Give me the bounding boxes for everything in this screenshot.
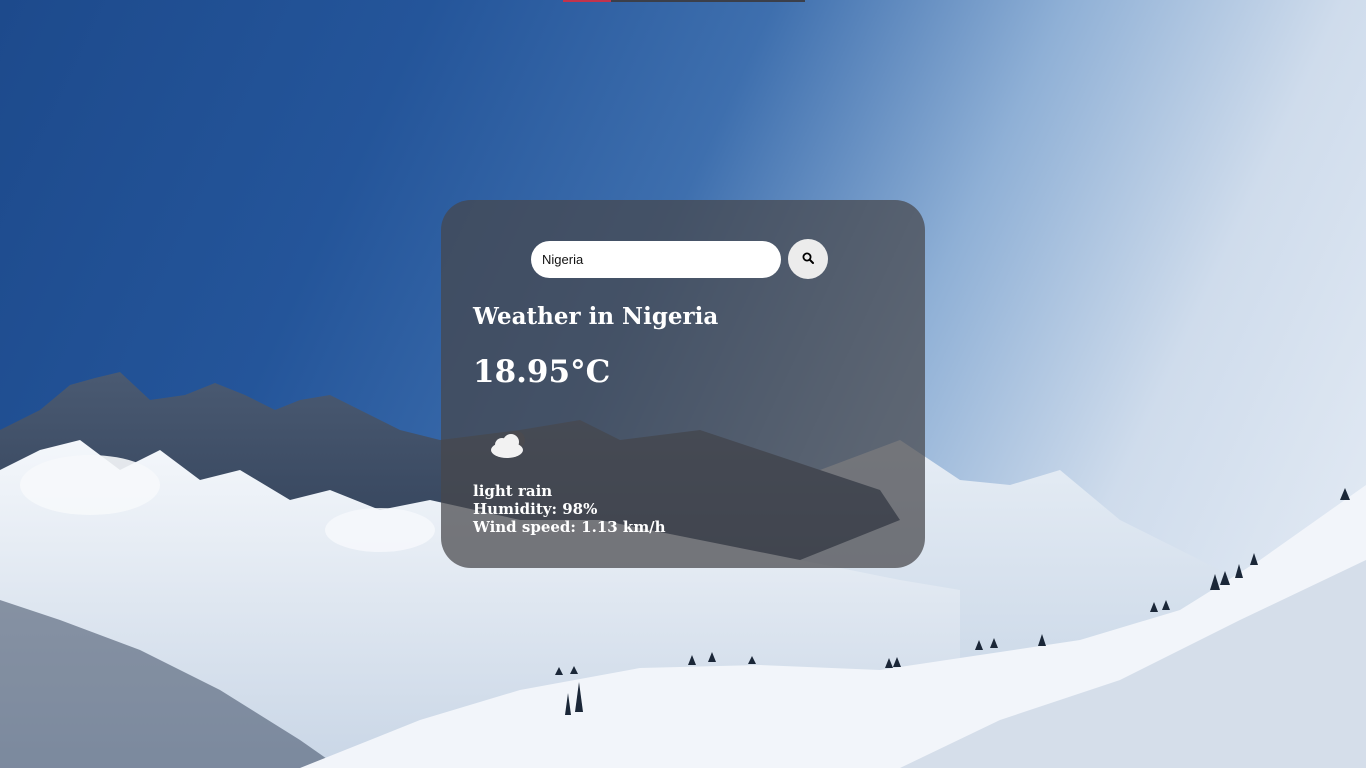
weather-card: Weather in Nigeria 18.95°C light rain Hu…	[441, 200, 925, 568]
weather-details: light rain Humidity: 98% Wind speed: 1.1…	[473, 482, 666, 536]
weather-description: light rain	[473, 482, 553, 500]
search-input[interactable]	[531, 240, 781, 278]
humidity-value: Humidity: 98%	[473, 500, 598, 518]
search-button[interactable]	[788, 239, 828, 279]
search-icon	[802, 252, 814, 267]
search-bar	[531, 239, 828, 279]
cloud-icon	[485, 424, 533, 464]
top-bar-fragment	[563, 0, 805, 2]
location-title: Weather in Nigeria	[473, 303, 719, 330]
temperature-value: 18.95°C	[473, 354, 611, 390]
wind-speed-value: Wind speed: 1.13 km/h	[473, 518, 666, 536]
